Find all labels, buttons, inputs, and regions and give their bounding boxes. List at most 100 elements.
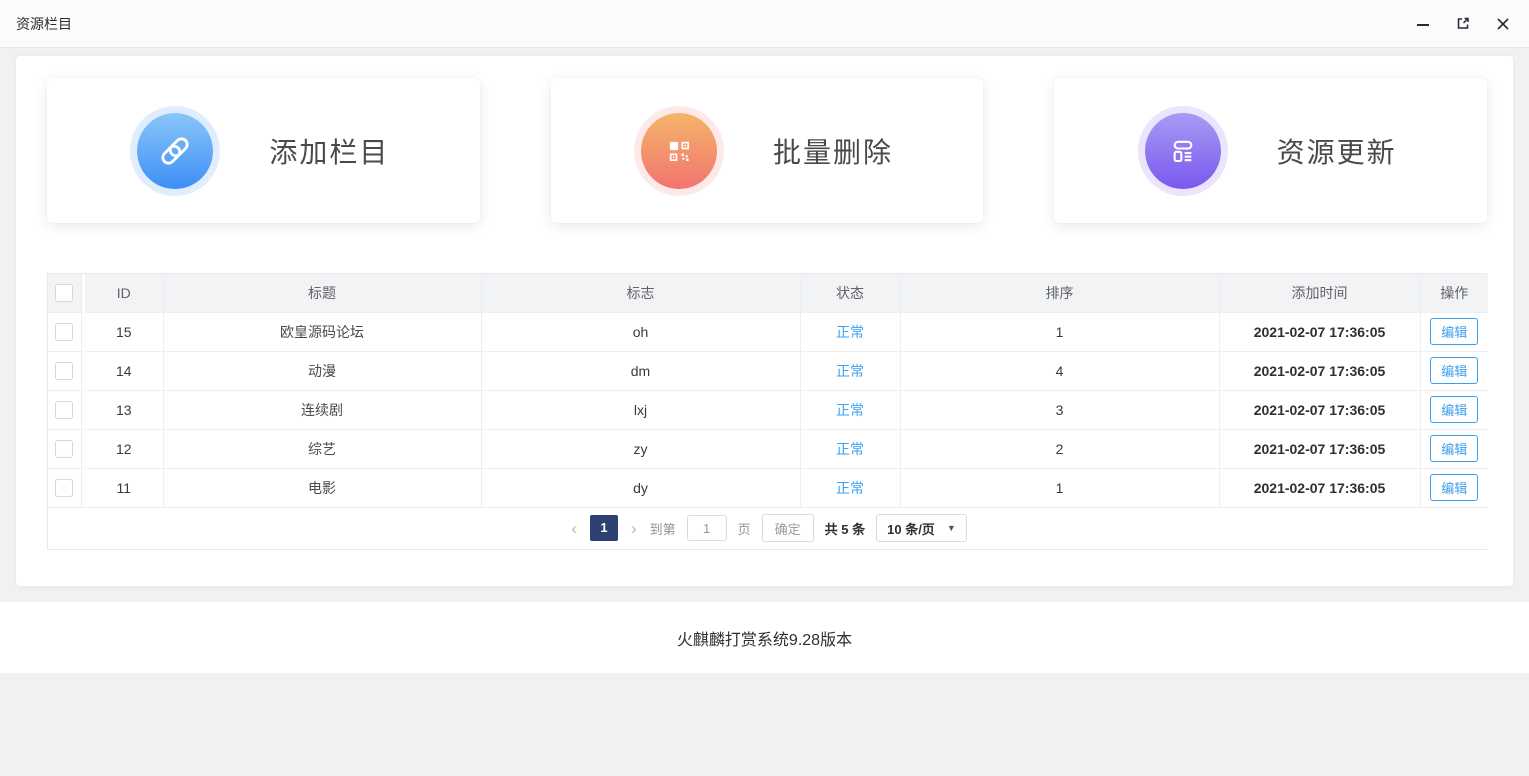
header-flag: 标志	[481, 274, 800, 312]
resource-table: ID 标题 标志 状态 排序 添加时间 操作 15欧皇源码论坛oh正常12021…	[47, 273, 1487, 550]
cell-time: 2021-02-07 17:36:05	[1219, 468, 1420, 507]
select-all-checkbox[interactable]	[55, 284, 73, 302]
table-row: 12综艺zy 正常 22021-02-07 17:36:05 编辑	[48, 429, 1488, 468]
table-row: 11电影dy 正常 12021-02-07 17:36:05 编辑	[48, 468, 1488, 507]
pagination-cell: ‹ 1 › 到第 页 确定 共 5 条 10 条/页 ▼	[48, 507, 1488, 549]
footer-bar: 火麒麟打赏系统9.28版本	[0, 602, 1529, 673]
edit-button[interactable]: 编辑	[1430, 474, 1478, 501]
cell-id: 11	[85, 468, 163, 507]
row-checkbox-cell	[48, 351, 81, 390]
select-all-cell	[48, 274, 81, 312]
page-input[interactable]	[687, 515, 727, 541]
row-checkbox-cell	[48, 390, 81, 429]
edit-button[interactable]: 编辑	[1430, 396, 1478, 423]
qrcode-icon	[641, 113, 717, 189]
row-checkbox[interactable]	[55, 362, 73, 380]
status-link[interactable]: 正常	[836, 441, 864, 457]
resource-update-card[interactable]: 资源更新	[1054, 78, 1487, 223]
row-checkbox-cell	[48, 468, 81, 507]
header-status: 状态	[800, 274, 900, 312]
header-title: 标题	[163, 274, 481, 312]
cell-sort: 3	[900, 390, 1219, 429]
table-header-row: ID 标题 标志 状态 排序 添加时间 操作	[48, 274, 1488, 312]
edit-button[interactable]: 编辑	[1430, 318, 1478, 345]
add-column-label: 添加栏目	[269, 131, 389, 171]
row-checkbox-cell	[48, 312, 81, 351]
cell-status: 正常	[800, 468, 900, 507]
cell-id: 14	[85, 351, 163, 390]
cell-status: 正常	[800, 429, 900, 468]
total-count-label: 共 5 条	[825, 519, 865, 538]
row-checkbox-cell	[48, 429, 81, 468]
cell-id: 12	[85, 429, 163, 468]
batch-delete-card[interactable]: 批量删除	[551, 78, 984, 223]
batch-delete-label: 批量删除	[773, 131, 893, 171]
row-checkbox[interactable]	[55, 401, 73, 419]
next-page-button[interactable]: ›	[629, 520, 639, 537]
table-row: 14动漫dm正常42021-02-07 17:36:05编辑	[48, 351, 1488, 390]
cell-id: 13	[85, 390, 163, 429]
status-link[interactable]: 正常	[836, 480, 864, 496]
cell-operation: 编辑	[1420, 312, 1488, 351]
cell-operation: 编辑	[1420, 468, 1488, 507]
cell-operation: 编辑	[1420, 390, 1488, 429]
minimize-button[interactable]	[1415, 16, 1431, 32]
cell-sort: 2	[900, 429, 1219, 468]
cell-sort: 4	[900, 351, 1219, 390]
maximize-button[interactable]	[1455, 16, 1471, 32]
cell-operation: 编辑	[1420, 429, 1488, 468]
page-unit-label: 页	[738, 519, 751, 538]
pagination: ‹ 1 › 到第 页 确定 共 5 条 10 条/页 ▼	[48, 514, 1488, 542]
cell-time: 2021-02-07 17:36:05	[1219, 351, 1420, 390]
cell-flag: zy	[481, 429, 800, 468]
cell-time: 2021-02-07 17:36:05	[1219, 312, 1420, 351]
edit-button[interactable]: 编辑	[1430, 435, 1478, 462]
table-row: 13连续剧lxj正常32021-02-07 17:36:05编辑	[48, 390, 1488, 429]
goto-label: 到第	[650, 519, 676, 538]
window-titlebar: 资源栏目	[0, 0, 1529, 48]
row-checkbox[interactable]	[55, 323, 73, 341]
resource-update-label: 资源更新	[1277, 131, 1397, 171]
status-link[interactable]: 正常	[836, 402, 864, 418]
cell-time: 2021-02-07 17:36:05	[1219, 429, 1420, 468]
cell-title: 电影	[163, 468, 481, 507]
window-title: 资源栏目	[16, 14, 72, 34]
caret-down-icon: ▼	[947, 523, 956, 533]
close-button[interactable]	[1495, 16, 1511, 32]
cell-flag: dy	[481, 468, 800, 507]
link-icon	[137, 113, 213, 189]
cell-flag: oh	[481, 312, 800, 351]
confirm-button[interactable]: 确定	[762, 514, 814, 542]
table-row: 15欧皇源码论坛oh正常12021-02-07 17:36:05编辑	[48, 312, 1488, 351]
cell-status: 正常	[800, 351, 900, 390]
header-sort: 排序	[900, 274, 1219, 312]
cell-status: 正常	[800, 390, 900, 429]
row-checkbox[interactable]	[55, 440, 73, 458]
pagination-row: ‹ 1 › 到第 页 确定 共 5 条 10 条/页 ▼	[48, 507, 1488, 549]
cell-sort: 1	[900, 312, 1219, 351]
add-column-card[interactable]: 添加栏目	[47, 78, 480, 223]
maximize-icon	[1455, 15, 1471, 32]
cell-status: 正常	[800, 312, 900, 351]
header-operation: 操作	[1420, 274, 1488, 312]
page-size-value: 10 条/页	[887, 519, 935, 538]
prev-page-button[interactable]: ‹	[569, 520, 579, 537]
action-cards: 添加栏目 批量删除	[47, 78, 1487, 223]
header-time: 添加时间	[1219, 274, 1420, 312]
status-link[interactable]: 正常	[836, 363, 864, 379]
status-link[interactable]: 正常	[836, 324, 864, 340]
header-id: ID	[85, 274, 163, 312]
current-page-button[interactable]: 1	[590, 515, 618, 541]
cell-title: 欧皇源码论坛	[163, 312, 481, 351]
cell-sort: 1	[900, 468, 1219, 507]
footer-version-text: 火麒麟打赏系统9.28版本	[677, 626, 852, 650]
cell-flag: lxj	[481, 390, 800, 429]
cell-flag: dm	[481, 351, 800, 390]
minimize-icon	[1415, 16, 1431, 32]
table-body: 15欧皇源码论坛oh正常12021-02-07 17:36:05编辑14动漫dm…	[48, 312, 1488, 507]
row-checkbox[interactable]	[55, 479, 73, 497]
page-size-select[interactable]: 10 条/页 ▼	[876, 514, 967, 542]
edit-button[interactable]: 编辑	[1430, 357, 1478, 384]
cell-title: 综艺	[163, 429, 481, 468]
list-icon	[1145, 113, 1221, 189]
